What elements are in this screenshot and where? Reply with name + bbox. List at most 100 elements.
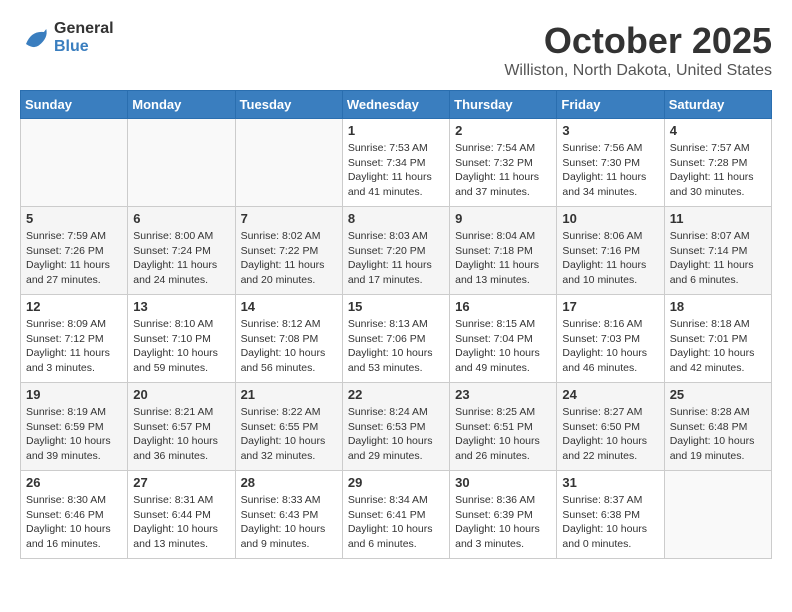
day-number: 16: [455, 299, 551, 314]
calendar-cell: 13 Sunrise: 8:10 AMSunset: 7:10 PMDayligh…: [128, 295, 235, 383]
logo-icon: [20, 23, 50, 53]
month-title: October 2025: [504, 20, 772, 62]
calendar-cell: 26 Sunrise: 8:30 AMSunset: 6:46 PMDayligh…: [21, 471, 128, 559]
day-number: 24: [562, 387, 658, 402]
calendar-cell: 31 Sunrise: 8:37 AMSunset: 6:38 PMDayligh…: [557, 471, 664, 559]
day-info: Sunrise: 8:30 AMSunset: 6:46 PMDaylight:…: [26, 493, 122, 552]
calendar-table: SundayMondayTuesdayWednesdayThursdayFrid…: [20, 90, 772, 559]
day-number: 8: [348, 211, 444, 226]
calendar-cell: 11 Sunrise: 8:07 AMSunset: 7:14 PMDayligh…: [664, 207, 771, 295]
calendar-cell: 30 Sunrise: 8:36 AMSunset: 6:39 PMDayligh…: [450, 471, 557, 559]
day-number: 6: [133, 211, 229, 226]
logo-text-line1: General: [54, 20, 114, 38]
location: Williston, North Dakota, United States: [504, 62, 772, 80]
calendar-cell: [128, 119, 235, 207]
logo: General Blue: [20, 20, 114, 55]
day-info: Sunrise: 7:57 AMSunset: 7:28 PMDaylight:…: [670, 141, 766, 200]
day-number: 20: [133, 387, 229, 402]
day-info: Sunrise: 8:13 AMSunset: 7:06 PMDaylight:…: [348, 317, 444, 376]
day-number: 13: [133, 299, 229, 314]
calendar-cell: 3 Sunrise: 7:56 AMSunset: 7:30 PMDaylight…: [557, 119, 664, 207]
calendar-cell: 27 Sunrise: 8:31 AMSunset: 6:44 PMDayligh…: [128, 471, 235, 559]
calendar-cell: 15 Sunrise: 8:13 AMSunset: 7:06 PMDayligh…: [342, 295, 449, 383]
weekday-header: Thursday: [450, 91, 557, 119]
calendar-cell: 6 Sunrise: 8:00 AMSunset: 7:24 PMDaylight…: [128, 207, 235, 295]
day-number: 15: [348, 299, 444, 314]
calendar-cell: 18Sunrise: 8:18 AMSunset: 7:01 PMDayligh…: [664, 295, 771, 383]
calendar-cell: [21, 119, 128, 207]
day-info: Sunrise: 7:53 AMSunset: 7:34 PMDaylight:…: [348, 141, 444, 200]
calendar-cell: 5Sunrise: 7:59 AMSunset: 7:26 PMDaylight…: [21, 207, 128, 295]
day-info: Sunrise: 7:59 AMSunset: 7:26 PMDaylight:…: [26, 229, 122, 288]
day-info: Sunrise: 8:22 AMSunset: 6:55 PMDaylight:…: [241, 405, 337, 464]
day-number: 29: [348, 475, 444, 490]
day-info: Sunrise: 8:16 AMSunset: 7:03 PMDaylight:…: [562, 317, 658, 376]
weekday-header: Sunday: [21, 91, 128, 119]
calendar-cell: 20 Sunrise: 8:21 AMSunset: 6:57 PMDayligh…: [128, 383, 235, 471]
day-info: Sunrise: 8:07 AMSunset: 7:14 PMDaylight:…: [670, 229, 766, 288]
day-number: 22: [348, 387, 444, 402]
day-info: Sunrise: 8:27 AMSunset: 6:50 PMDaylight:…: [562, 405, 658, 464]
calendar-cell: 17 Sunrise: 8:16 AMSunset: 7:03 PMDayligh…: [557, 295, 664, 383]
day-number: 12: [26, 299, 122, 314]
calendar-cell: [664, 471, 771, 559]
calendar-cell: 10Sunrise: 8:06 AMSunset: 7:16 PMDayligh…: [557, 207, 664, 295]
day-number: 28: [241, 475, 337, 490]
day-number: 4: [670, 123, 766, 138]
day-number: 14: [241, 299, 337, 314]
day-info: Sunrise: 8:33 AMSunset: 6:43 PMDaylight:…: [241, 493, 337, 552]
day-number: 27: [133, 475, 229, 490]
day-number: 26: [26, 475, 122, 490]
day-info: Sunrise: 8:37 AMSunset: 6:38 PMDaylight:…: [562, 493, 658, 552]
calendar-cell: 16Sunrise: 8:15 AMSunset: 7:04 PMDayligh…: [450, 295, 557, 383]
day-number: 31: [562, 475, 658, 490]
day-info: Sunrise: 8:18 AMSunset: 7:01 PMDaylight:…: [670, 317, 766, 376]
day-info: Sunrise: 8:36 AMSunset: 6:39 PMDaylight:…: [455, 493, 551, 552]
day-info: Sunrise: 8:12 AMSunset: 7:08 PMDaylight:…: [241, 317, 337, 376]
day-number: 19: [26, 387, 122, 402]
day-info: Sunrise: 8:02 AMSunset: 7:22 PMDaylight:…: [241, 229, 337, 288]
weekday-header: Tuesday: [235, 91, 342, 119]
calendar-cell: 8Sunrise: 8:03 AMSunset: 7:20 PMDaylight…: [342, 207, 449, 295]
calendar-cell: [235, 119, 342, 207]
day-number: 7: [241, 211, 337, 226]
day-number: 23: [455, 387, 551, 402]
calendar-cell: 23 Sunrise: 8:25 AMSunset: 6:51 PMDayligh…: [450, 383, 557, 471]
calendar-cell: 29Sunrise: 8:34 AMSunset: 6:41 PMDayligh…: [342, 471, 449, 559]
calendar-cell: 1 Sunrise: 7:53 AMSunset: 7:34 PMDaylight…: [342, 119, 449, 207]
day-number: 17: [562, 299, 658, 314]
logo-text-line2: Blue: [54, 38, 114, 56]
day-info: Sunrise: 8:25 AMSunset: 6:51 PMDaylight:…: [455, 405, 551, 464]
day-info: Sunrise: 7:54 AMSunset: 7:32 PMDaylight:…: [455, 141, 551, 200]
calendar-cell: 7 Sunrise: 8:02 AMSunset: 7:22 PMDaylight…: [235, 207, 342, 295]
day-info: Sunrise: 8:28 AMSunset: 6:48 PMDaylight:…: [670, 405, 766, 464]
day-info: Sunrise: 8:09 AMSunset: 7:12 PMDaylight:…: [26, 317, 122, 376]
day-info: Sunrise: 8:10 AMSunset: 7:10 PMDaylight:…: [133, 317, 229, 376]
calendar-cell: 28 Sunrise: 8:33 AMSunset: 6:43 PMDayligh…: [235, 471, 342, 559]
day-info: Sunrise: 8:31 AMSunset: 6:44 PMDaylight:…: [133, 493, 229, 552]
day-info: Sunrise: 8:21 AMSunset: 6:57 PMDaylight:…: [133, 405, 229, 464]
day-info: Sunrise: 8:24 AMSunset: 6:53 PMDaylight:…: [348, 405, 444, 464]
day-number: 9: [455, 211, 551, 226]
day-info: Sunrise: 8:00 AMSunset: 7:24 PMDaylight:…: [133, 229, 229, 288]
calendar-cell: 4 Sunrise: 7:57 AMSunset: 7:28 PMDaylight…: [664, 119, 771, 207]
title-block: October 2025 Williston, North Dakota, Un…: [504, 20, 772, 80]
calendar-cell: 19Sunrise: 8:19 AMSunset: 6:59 PMDayligh…: [21, 383, 128, 471]
day-number: 1: [348, 123, 444, 138]
day-info: Sunrise: 7:56 AMSunset: 7:30 PMDaylight:…: [562, 141, 658, 200]
day-number: 30: [455, 475, 551, 490]
calendar-cell: 21Sunrise: 8:22 AMSunset: 6:55 PMDayligh…: [235, 383, 342, 471]
day-number: 3: [562, 123, 658, 138]
calendar-cell: 24 Sunrise: 8:27 AMSunset: 6:50 PMDayligh…: [557, 383, 664, 471]
calendar-cell: 22 Sunrise: 8:24 AMSunset: 6:53 PMDayligh…: [342, 383, 449, 471]
day-info: Sunrise: 8:06 AMSunset: 7:16 PMDaylight:…: [562, 229, 658, 288]
weekday-header: Saturday: [664, 91, 771, 119]
day-number: 2: [455, 123, 551, 138]
day-number: 11: [670, 211, 766, 226]
weekday-header: Monday: [128, 91, 235, 119]
page-header: General Blue October 2025 Williston, Nor…: [20, 20, 772, 80]
calendar-cell: 12 Sunrise: 8:09 AMSunset: 7:12 PMDayligh…: [21, 295, 128, 383]
calendar-cell: 14 Sunrise: 8:12 AMSunset: 7:08 PMDayligh…: [235, 295, 342, 383]
day-info: Sunrise: 8:04 AMSunset: 7:18 PMDaylight:…: [455, 229, 551, 288]
calendar-cell: 2 Sunrise: 7:54 AMSunset: 7:32 PMDaylight…: [450, 119, 557, 207]
